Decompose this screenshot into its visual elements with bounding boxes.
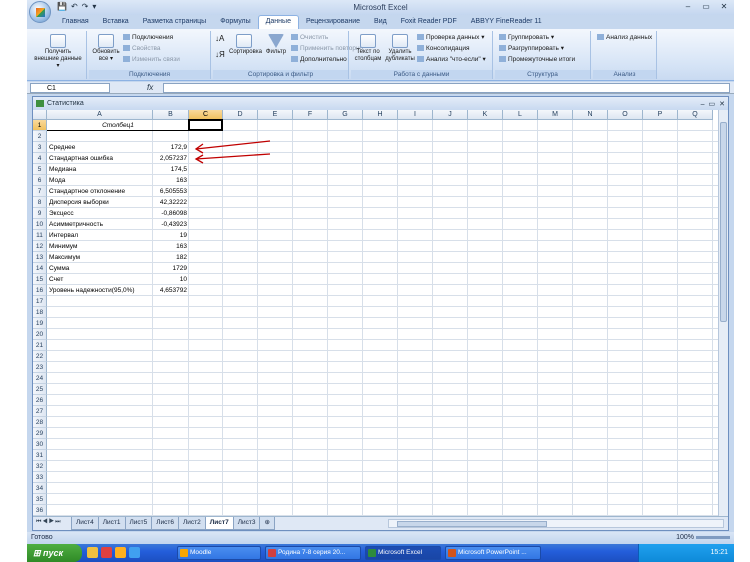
arrow-mean xyxy=(195,140,271,150)
arrow-std-error xyxy=(195,153,271,160)
annotation-arrows xyxy=(194,140,271,164)
office-button[interactable] xyxy=(29,1,51,23)
office-logo-icon xyxy=(36,8,45,17)
